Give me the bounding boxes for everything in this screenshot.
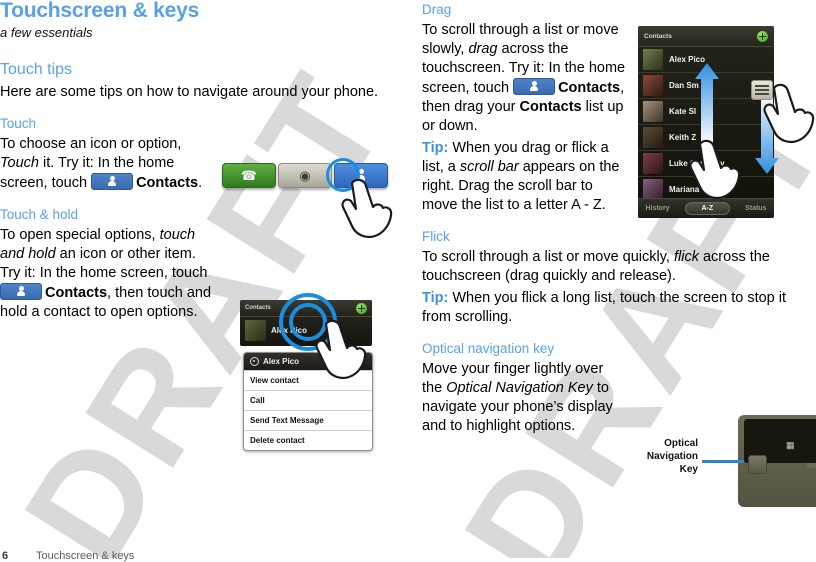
tip-label: Tip: (422, 290, 449, 306)
grid-icon: ▦ (786, 440, 795, 450)
plus-icon[interactable] (356, 302, 367, 314)
section-heading-touch-tips: Touch tips (0, 61, 73, 78)
callout-line-1: Optical (664, 438, 698, 449)
phone-icon: ☎ (240, 168, 258, 183)
arrow-up-icon (695, 63, 719, 145)
phone-screen-icons: ▦ ⌂ (786, 441, 816, 450)
pointing-hand-icon (688, 138, 744, 200)
touch-body-part1: To choose an icon or option, (0, 136, 182, 152)
drag-body: To scroll through a list or move slowly,… (422, 21, 627, 136)
contacts-chip-icon (0, 283, 42, 300)
touch-body-italic: Touch (0, 155, 39, 171)
phone-earpiece-notch (806, 463, 816, 468)
avatar (643, 101, 663, 122)
callout-label-optical-navigation-key: Optical Navigation Key (626, 437, 698, 476)
touch-body: To choose an icon or option, Touch it. T… (0, 135, 215, 193)
hold-body-bold: Contacts (45, 285, 108, 301)
flick-tip-text: When you flick a long list, touch the sc… (422, 290, 787, 325)
manual-page: Touchscreen & keys a few essentials Touc… (0, 0, 816, 562)
menu-item-call[interactable]: Call (244, 390, 372, 410)
figure-contacts-list-scroll: Contacts Alex Pico Dan Sm Kate Sl Keith … (638, 26, 816, 218)
contact-dot-icon (250, 357, 259, 366)
tab-a-z[interactable]: A-Z (684, 202, 731, 215)
contacts-chip-icon (513, 78, 556, 95)
contacts-chip-icon (91, 173, 134, 190)
section-heading-drag: Drag (422, 2, 452, 17)
onav-body-italic: Optical Navigation Key (446, 380, 593, 396)
hold-body-part1: To open special options, (0, 227, 160, 243)
tab-history[interactable]: History (645, 205, 669, 212)
section-heading-touch: Touch (0, 116, 37, 131)
contacts-tab-bar: History A-Z Status (638, 198, 774, 218)
callout-leader-line (702, 460, 744, 463)
contacts-app-title: Contacts (644, 32, 672, 40)
dragging-hand-icon (762, 82, 816, 144)
menu-item-send-text-message[interactable]: Send Text Message (244, 410, 372, 430)
avatar (643, 75, 663, 96)
pointing-hand-icon (340, 177, 396, 239)
page-title: Touchscreen & keys (0, 0, 200, 22)
figure-optical-navigation-key: ▦ ⌂ Optical Navigation Key (626, 415, 816, 515)
tab-status[interactable]: Status (745, 205, 766, 212)
context-menu-title: Alex Pico (263, 357, 300, 366)
drag-tip-italic: scroll bar (459, 159, 519, 175)
plus-icon[interactable] (757, 30, 768, 42)
pointing-hand-icon (314, 318, 370, 380)
contacts-app-bar: Contacts (638, 26, 774, 47)
drag-body-italic: drag (468, 41, 498, 57)
avatar (245, 320, 266, 341)
flick-body-italic: flick (673, 249, 699, 265)
touch-and-hold-body: To open special options, touch and hold … (0, 226, 215, 322)
section-heading-optical-navigation-key: Optical navigation key (422, 341, 555, 356)
avatar (643, 49, 663, 70)
camera-icon: ◉ (299, 168, 311, 183)
avatar (643, 179, 663, 200)
callout-line-2: Navigation (646, 451, 698, 462)
flick-body-part1: To scroll through a list or move quickly… (422, 249, 674, 265)
page-subtitle: a few essentials (0, 25, 93, 40)
touch-body-part3: . (198, 175, 203, 191)
dock-camera-key[interactable]: ◉ (278, 163, 332, 188)
optical-nav-body: Move your finger lightly over the Optica… (422, 360, 627, 436)
menu-item-delete-contact[interactable]: Delete contact (244, 430, 372, 450)
figure-home-screen-dock: ☎ ◉ (222, 158, 393, 239)
touch-body-bold: Contacts (136, 175, 199, 191)
touch-tips-body: Here are some tips on how to navigate ar… (0, 84, 379, 100)
figure-contacts-context-menu: Contacts Alex Pico Alex Pico View contac… (240, 293, 400, 451)
callout-line-3: Key (679, 464, 698, 475)
dock-phone-key[interactable]: ☎ (222, 163, 276, 188)
avatar (643, 153, 663, 174)
tip-label: Tip: (422, 140, 449, 156)
drag-tip: Tip: When you drag or flick a list, a sc… (422, 139, 627, 215)
drag-body-bold1: Contacts (558, 80, 621, 96)
section-heading-flick: Flick (422, 229, 450, 244)
footer-running-head: Touchscreen & keys (36, 550, 135, 562)
contact-name: Kate Sl (669, 107, 697, 116)
avatar (643, 127, 663, 148)
contacts-app-title: Contacts (245, 305, 271, 311)
flick-tip: Tip: When you flick a long list, touch t… (422, 289, 816, 327)
flick-body: To scroll through a list or move quickly… (422, 248, 816, 286)
optical-navigation-key-button[interactable] (748, 455, 767, 474)
drag-body-bold2: Contacts (519, 99, 582, 115)
page-number: 6 (2, 550, 9, 562)
